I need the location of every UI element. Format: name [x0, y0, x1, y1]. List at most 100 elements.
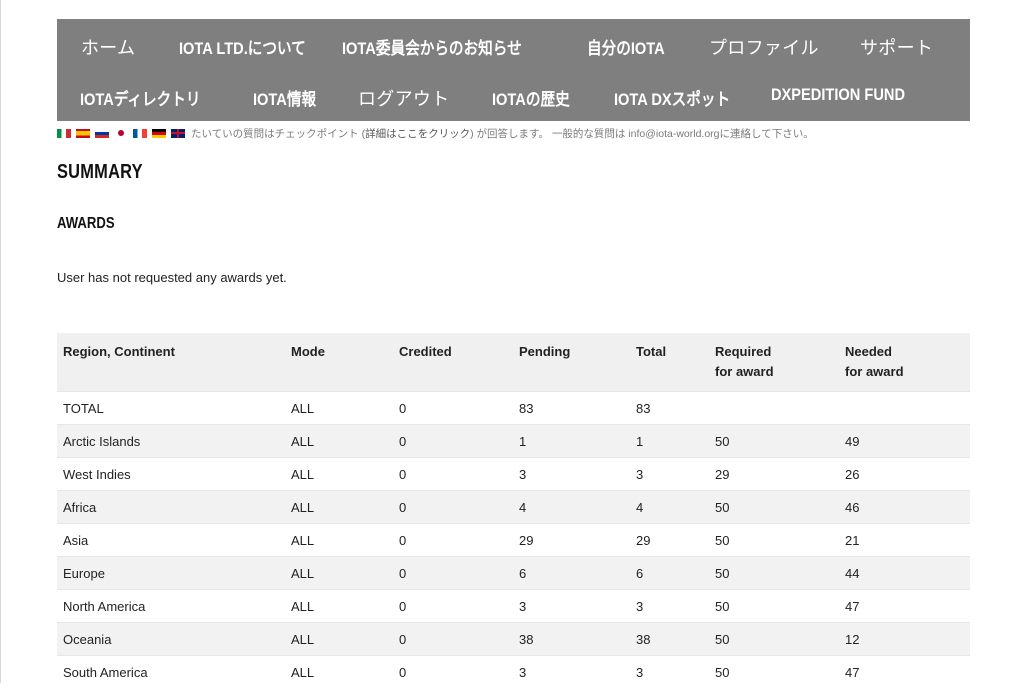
- cell-region: Asia: [57, 524, 285, 557]
- nav-dxpedition-fund[interactable]: DXPEDITION FUND: [771, 85, 905, 105]
- cell-needed: 47: [839, 590, 970, 623]
- nav-directory[interactable]: IOTAディレクトリ: [80, 85, 201, 110]
- cell-pending: 3: [513, 590, 630, 623]
- cell-pending: 1: [513, 425, 630, 458]
- table-row: EuropeALL0665044: [57, 557, 970, 590]
- spanish-flag-icon[interactable]: [76, 129, 90, 138]
- cell-credited: 0: [393, 458, 513, 491]
- cell-region: Europe: [57, 557, 285, 590]
- cell-region: Arctic Islands: [57, 425, 285, 458]
- awards-summary-table: Region, Continent Mode Credited Pending …: [57, 333, 970, 688]
- col-required: Required for award: [709, 333, 839, 392]
- col-needed: Needed for award: [839, 333, 970, 392]
- nav-about[interactable]: IOTA LTD.について: [179, 34, 306, 59]
- cell-credited: 0: [393, 656, 513, 688]
- awards-title: AWARDS: [57, 215, 115, 233]
- table-row: Arctic IslandsALL0115049: [57, 425, 970, 458]
- cell-credited: 0: [393, 557, 513, 590]
- table-row: TOTALALL08383: [57, 392, 970, 425]
- cell-needed: 49: [839, 425, 970, 458]
- cell-credited: 0: [393, 491, 513, 524]
- cell-pending: 6: [513, 557, 630, 590]
- cell-needed: [839, 392, 970, 425]
- table-row: West IndiesALL0332926: [57, 458, 970, 491]
- cell-needed: 47: [839, 656, 970, 688]
- japanese-flag-icon[interactable]: [114, 129, 128, 138]
- cell-required: 50: [709, 491, 839, 524]
- table-header-row: Region, Continent Mode Credited Pending …: [57, 333, 970, 392]
- nav-info[interactable]: IOTA情報: [253, 85, 316, 110]
- cell-pending: 4: [513, 491, 630, 524]
- cell-region: TOTAL: [57, 392, 285, 425]
- cell-region: West Indies: [57, 458, 285, 491]
- french-flag-icon[interactable]: [133, 129, 147, 138]
- cell-required: 50: [709, 656, 839, 688]
- cell-total: 4: [630, 491, 709, 524]
- cell-credited: 0: [393, 425, 513, 458]
- cell-required: 50: [709, 524, 839, 557]
- cell-total: 83: [630, 392, 709, 425]
- german-flag-icon[interactable]: [152, 129, 166, 138]
- nav-my-iota[interactable]: 自分のIOTA: [587, 34, 665, 59]
- main-content: ホーム IOTA LTD.について IOTA委員会からのお知らせ 自分のIOTA…: [57, 19, 970, 145]
- cell-total: 29: [630, 524, 709, 557]
- cell-pending: 3: [513, 656, 630, 688]
- russian-flag-icon[interactable]: [95, 129, 109, 138]
- col-total: Total: [630, 333, 709, 392]
- cell-total: 3: [630, 458, 709, 491]
- nav-support[interactable]: サポート: [860, 34, 933, 60]
- nav-dx-spots[interactable]: IOTA DXスポット: [614, 85, 730, 110]
- notice-text-before: たいていの質問はチェックポイント (: [191, 126, 365, 141]
- cell-needed: 44: [839, 557, 970, 590]
- cell-mode: ALL: [285, 590, 393, 623]
- table-row: AfricaALL0445046: [57, 491, 970, 524]
- cell-pending: 29: [513, 524, 630, 557]
- cell-total: 6: [630, 557, 709, 590]
- cell-credited: 0: [393, 623, 513, 656]
- col-required-line1: Required: [715, 344, 771, 359]
- page-border: [0, 0, 1, 683]
- cell-needed: 46: [839, 491, 970, 524]
- language-notice: たいていの質問はチェックポイント (詳細はここをクリック ) が回答します。 一…: [57, 121, 970, 145]
- nav-profile[interactable]: プロファイル: [709, 34, 819, 60]
- cell-total: 38: [630, 623, 709, 656]
- cell-mode: ALL: [285, 623, 393, 656]
- cell-mode: ALL: [285, 491, 393, 524]
- nav-logout[interactable]: ログアウト: [358, 85, 450, 111]
- cell-mode: ALL: [285, 458, 393, 491]
- cell-region: South America: [57, 656, 285, 688]
- cell-required: 50: [709, 557, 839, 590]
- italian-flag-icon[interactable]: [57, 129, 71, 138]
- col-mode: Mode: [285, 333, 393, 392]
- cell-region: Africa: [57, 491, 285, 524]
- cell-pending: 83: [513, 392, 630, 425]
- cell-region: Oceania: [57, 623, 285, 656]
- table-row: South AmericaALL0335047: [57, 656, 970, 688]
- cell-mode: ALL: [285, 524, 393, 557]
- nav-announcements[interactable]: IOTA委員会からのお知らせ: [342, 34, 522, 59]
- cell-required: 29: [709, 458, 839, 491]
- col-required-line2: for award: [715, 364, 774, 379]
- table-row: OceaniaALL038385012: [57, 623, 970, 656]
- cell-credited: 0: [393, 392, 513, 425]
- notice-text-after: ) が回答します。 一般的な質問は info@iota-world.orgに連絡…: [470, 126, 814, 141]
- checkpoint-link[interactable]: 詳細はここをクリック: [365, 126, 470, 141]
- cell-required: 50: [709, 425, 839, 458]
- table-row: North AmericaALL0335047: [57, 590, 970, 623]
- cell-total: 3: [630, 656, 709, 688]
- col-credited: Credited: [393, 333, 513, 392]
- cell-total: 1: [630, 425, 709, 458]
- table-row: AsiaALL029295021: [57, 524, 970, 557]
- nav-home[interactable]: ホーム: [81, 34, 135, 60]
- main-nav: ホーム IOTA LTD.について IOTA委員会からのお知らせ 自分のIOTA…: [57, 19, 970, 121]
- english-flag-icon[interactable]: [171, 129, 185, 138]
- col-needed-line2: for award: [845, 364, 904, 379]
- nav-history[interactable]: IOTAの歴史: [492, 85, 570, 110]
- col-region: Region, Continent: [57, 333, 285, 392]
- no-awards-message: User has not requested any awards yet.: [57, 270, 287, 285]
- summary-title: SUMMARY: [57, 161, 143, 184]
- table-body: TOTALALL08383Arctic IslandsALL0115049Wes…: [57, 392, 970, 688]
- cell-pending: 3: [513, 458, 630, 491]
- col-needed-line1: Needed: [845, 344, 892, 359]
- cell-needed: 26: [839, 458, 970, 491]
